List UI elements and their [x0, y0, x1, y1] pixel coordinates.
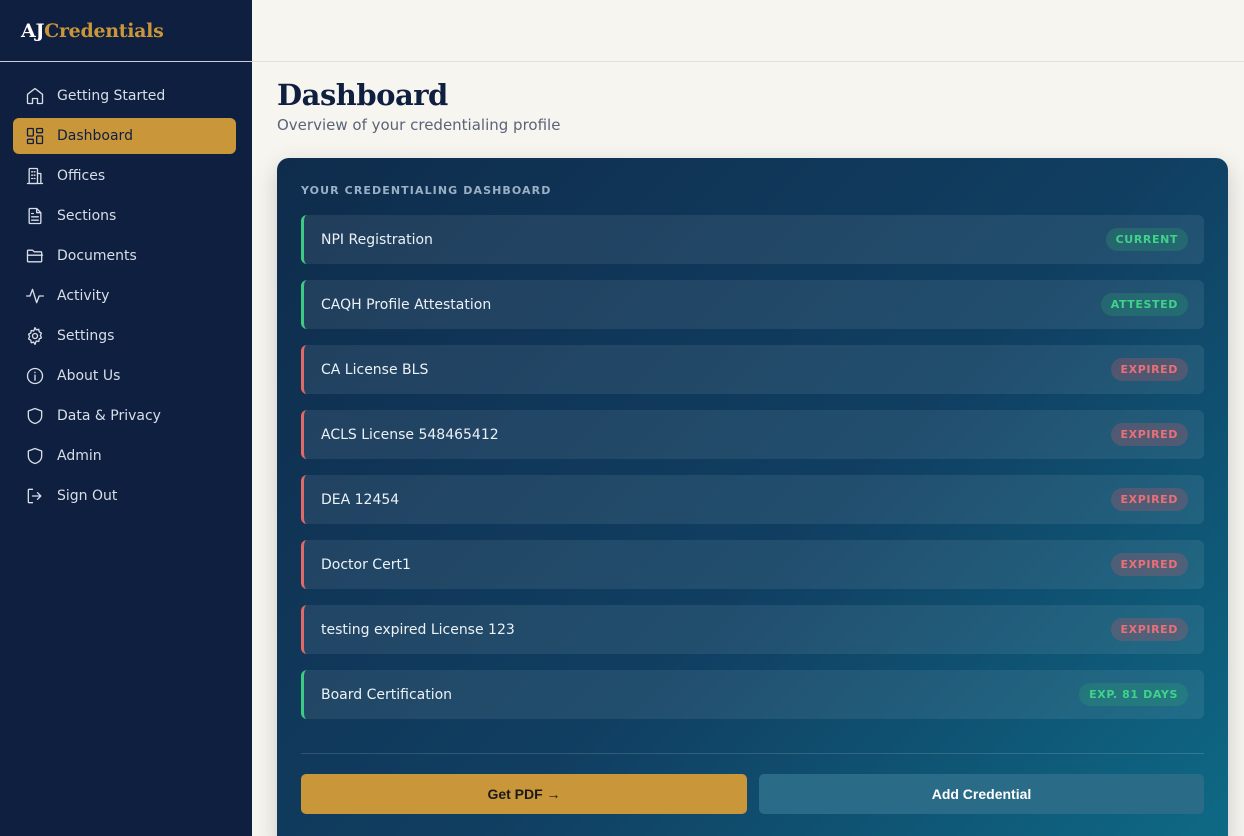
credential-name: testing expired License 123 — [321, 621, 515, 638]
status-badge: EXPIRED — [1110, 423, 1188, 446]
sidebar-item-documents[interactable]: Documents — [13, 238, 236, 274]
get-pdf-button[interactable]: Get PDF → — [301, 774, 747, 814]
sidebar-item-label: Dashboard — [57, 128, 133, 144]
sidebar-item-offices[interactable]: Offices — [13, 158, 236, 194]
file-text-icon — [25, 206, 45, 226]
top-bar — [252, 0, 1244, 62]
credential-row[interactable]: testing expired License 123 EXPIRED — [301, 605, 1204, 654]
credential-list: NPI Registration CURRENT CAQH Profile Atte… — [301, 215, 1204, 735]
activity-icon — [25, 286, 45, 306]
sidebar-item-label: About Us — [57, 368, 121, 384]
page-subtitle: Overview of your credentialing profile — [277, 116, 561, 134]
sidebar-item-getting-started[interactable]: Getting Started — [13, 78, 236, 114]
credential-name: Doctor Cert1 — [321, 556, 411, 573]
brand-logo[interactable]: AJ Credentials — [0, 0, 252, 62]
credential-name: NPI Registration — [321, 231, 433, 248]
status-badge: EXP. 81 DAYS — [1079, 683, 1188, 706]
shield-icon — [25, 446, 45, 466]
sidebar-item-label: Documents — [57, 248, 137, 264]
credential-name: CAQH Profile Attestation — [321, 296, 492, 313]
credential-name: CA License BLS — [321, 361, 429, 378]
brand-name-part1: AJ — [21, 19, 45, 42]
sidebar-item-admin[interactable]: Admin — [13, 438, 236, 474]
sidebar-item-label: Activity — [57, 288, 110, 304]
status-badge: EXPIRED — [1110, 553, 1188, 576]
divider — [301, 753, 1204, 754]
sidebar-item-label: Sections — [57, 208, 117, 224]
credential-row[interactable]: NPI Registration CURRENT — [301, 215, 1204, 264]
credential-row[interactable]: CAQH Profile Attestation ATTESTED — [301, 280, 1204, 329]
sidebar: AJ Credentials Getting Started Dashboard Of… — [0, 0, 252, 836]
sidebar-item-label: Settings — [57, 328, 115, 344]
sidebar-item-about-us[interactable]: About Us — [13, 358, 236, 394]
sidebar-nav: Getting Started Dashboard Offices Sections D… — [0, 62, 252, 514]
brand-name-part2: Credentials — [44, 19, 164, 42]
dashboard-icon — [25, 126, 45, 146]
sidebar-item-label: Offices — [57, 168, 106, 184]
credential-row[interactable]: DEA 12454 EXPIRED — [301, 475, 1204, 524]
sidebar-item-sign-out[interactable]: Sign Out — [13, 478, 236, 514]
status-badge: EXPIRED — [1110, 358, 1188, 381]
info-icon — [25, 366, 45, 386]
credential-name: DEA 12454 — [321, 491, 400, 508]
sidebar-item-label: Getting Started — [57, 88, 166, 104]
folder-icon — [25, 246, 45, 266]
page-title: Dashboard — [277, 78, 448, 112]
home-icon — [25, 86, 45, 106]
sidebar-item-dashboard[interactable]: Dashboard — [13, 118, 236, 154]
sidebar-item-data-privacy[interactable]: Data & Privacy — [13, 398, 236, 434]
add-credential-button[interactable]: Add Credential — [759, 774, 1204, 814]
credential-row[interactable]: ACLS License 548465412 EXPIRED — [301, 410, 1204, 459]
credential-row[interactable]: CA License BLS EXPIRED — [301, 345, 1204, 394]
sidebar-item-settings[interactable]: Settings — [13, 318, 236, 354]
credential-name: Board Certification — [321, 686, 453, 703]
status-badge: CURRENT — [1105, 228, 1188, 251]
sidebar-item-label: Sign Out — [57, 488, 118, 504]
status-badge: ATTESTED — [1100, 293, 1188, 316]
sign-out-icon — [25, 486, 45, 506]
shield-icon — [25, 406, 45, 426]
credential-name: ACLS License 548465412 — [321, 426, 499, 443]
sidebar-item-label: Data & Privacy — [57, 408, 161, 424]
credential-row[interactable]: Board Certification EXP. 81 DAYS — [301, 670, 1204, 719]
sidebar-item-activity[interactable]: Activity — [13, 278, 236, 314]
credentialing-dashboard-card: YOUR CREDENTIALING DASHBOARD NPI Registr… — [277, 158, 1228, 836]
status-badge: EXPIRED — [1110, 488, 1188, 511]
status-badge: EXPIRED — [1110, 618, 1188, 641]
main-header: Dashboard Overview of your credentialing… — [277, 62, 1244, 134]
sidebar-item-sections[interactable]: Sections — [13, 198, 236, 234]
credential-row[interactable]: Doctor Cert1 EXPIRED — [301, 540, 1204, 589]
sidebar-item-label: Admin — [57, 448, 102, 464]
card-heading: YOUR CREDENTIALING DASHBOARD — [301, 184, 552, 197]
building-icon — [25, 166, 45, 186]
gear-icon — [25, 326, 45, 346]
